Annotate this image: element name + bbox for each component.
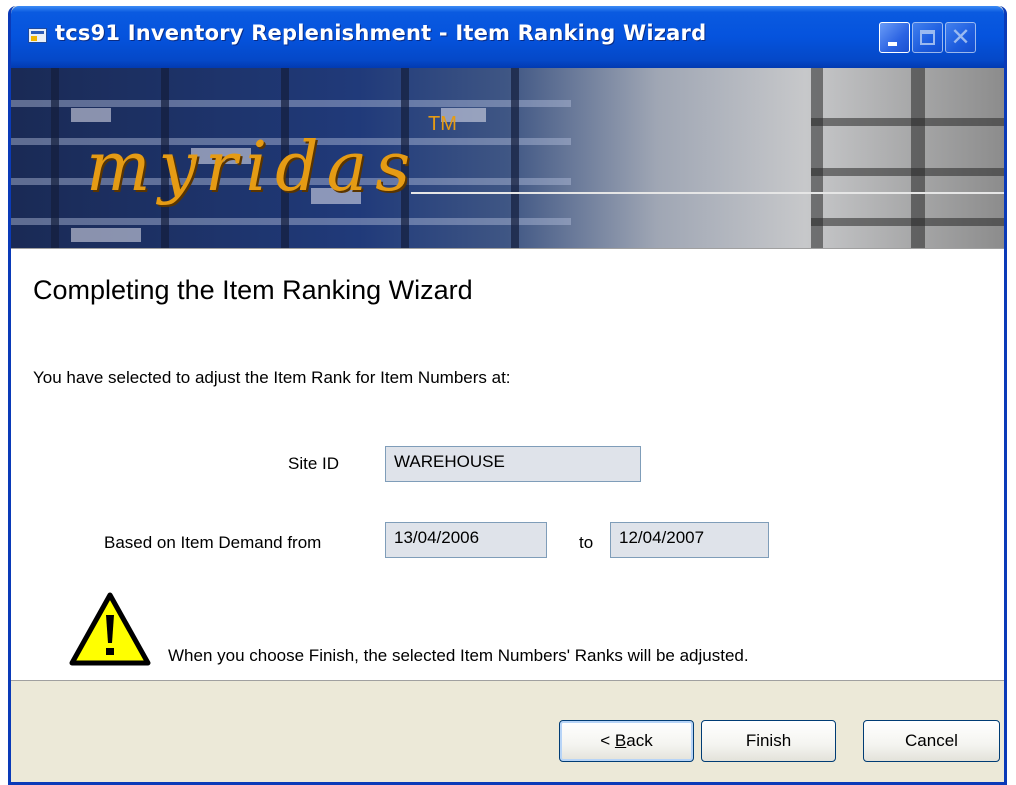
warning-text: When you choose Finish, the selected Ite… bbox=[168, 646, 749, 665]
myridas-logo: myridas bbox=[86, 128, 419, 207]
minimize-button[interactable] bbox=[879, 22, 910, 53]
app-window-icon[interactable] bbox=[28, 28, 47, 43]
back-button-prefix: < bbox=[600, 731, 615, 750]
banner-rack bbox=[811, 118, 1004, 126]
site-id-label: Site ID bbox=[288, 454, 340, 473]
minimize-icon bbox=[888, 42, 897, 46]
to-date-field[interactable]: 12/04/2007 bbox=[610, 522, 769, 558]
wizard-window: tcs91 Inventory Replenishment - Item Ran… bbox=[8, 6, 1007, 785]
warehouse-banner: myridas TM bbox=[11, 68, 1004, 248]
maximize-button[interactable] bbox=[912, 22, 943, 53]
banner-shelf bbox=[11, 100, 571, 107]
banner-post bbox=[51, 68, 59, 248]
back-button[interactable]: < Back bbox=[559, 720, 694, 762]
banner-line bbox=[411, 192, 1004, 194]
banner-rack bbox=[811, 168, 1004, 176]
intro-text: You have selected to adjust the Item Ran… bbox=[33, 368, 511, 387]
warning-triangle-icon bbox=[69, 592, 151, 666]
finish-button[interactable]: Finish bbox=[701, 720, 836, 762]
wizard-content: Completing the Item Ranking Wizard You h… bbox=[11, 248, 1004, 681]
window-title: tcs91 Inventory Replenishment - Item Ran… bbox=[55, 21, 707, 45]
banner-box bbox=[71, 228, 141, 242]
title-bar[interactable]: tcs91 Inventory Replenishment - Item Ran… bbox=[11, 6, 1004, 68]
trademark-mark: TM bbox=[428, 113, 457, 135]
back-button-label: ack bbox=[626, 731, 653, 750]
maximize-icon bbox=[920, 30, 935, 45]
banner-shelf bbox=[11, 218, 571, 225]
site-id-field[interactable]: WAREHOUSE bbox=[385, 446, 641, 482]
close-icon: ✕ bbox=[950, 23, 971, 51]
demand-label: Based on Item Demand from bbox=[104, 533, 322, 552]
cancel-button[interactable]: Cancel bbox=[863, 720, 1000, 762]
from-date-field[interactable]: 13/04/2006 bbox=[385, 522, 547, 558]
page-title: Completing the Item Ranking Wizard bbox=[33, 275, 473, 305]
banner-rack bbox=[811, 218, 1004, 226]
back-button-mnemonic: B bbox=[614, 731, 627, 750]
close-button[interactable]: ✕ bbox=[945, 22, 976, 53]
to-label: to bbox=[579, 533, 594, 552]
banner-post bbox=[511, 68, 519, 248]
banner-box bbox=[71, 108, 111, 122]
